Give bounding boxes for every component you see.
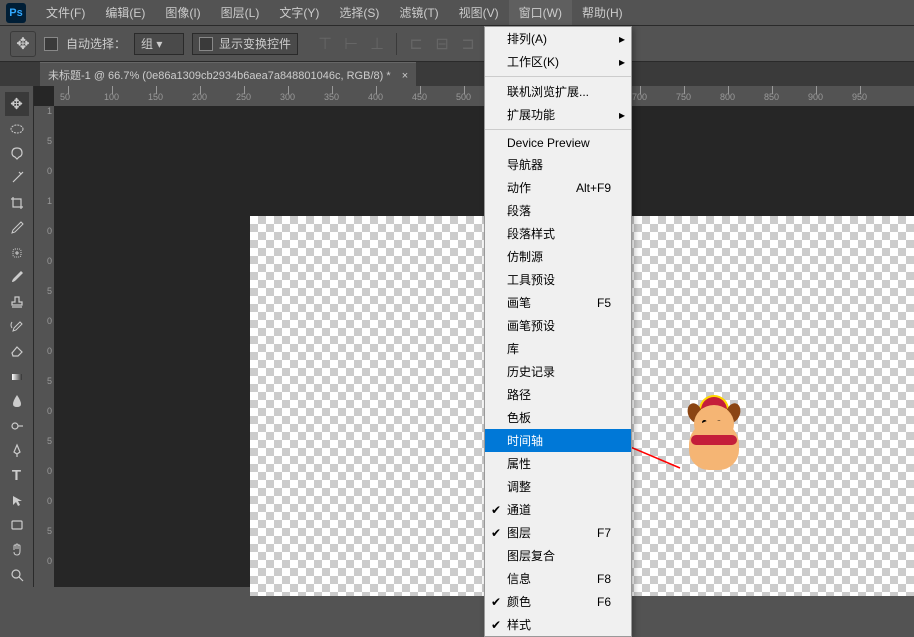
menubar: Ps 文件(F) 编辑(E) 图像(I) 图层(L) 文字(Y) 选择(S) 滤… [0, 0, 914, 26]
align-right-icon[interactable]: ⊐ [457, 33, 479, 55]
lasso-tool[interactable] [5, 142, 29, 166]
window-dropdown-menu: 排列(A)▸工作区(K)▸ 联机浏览扩展...扩展功能▸ Device Previe… [484, 26, 632, 637]
align-top-icon[interactable]: ⊤ [314, 33, 336, 55]
menu-type[interactable]: 文字(Y) [269, 0, 329, 25]
eraser-tool[interactable] [5, 340, 29, 364]
menu-item-样式[interactable]: ✔样式 [485, 613, 631, 636]
document-tab[interactable]: 未标题-1 @ 66.7% (0e86a1309cb2934b6aea7a848… [40, 62, 416, 87]
auto-select-label: 自动选择： [66, 35, 126, 52]
menu-item-历史记录[interactable]: 历史记录 [485, 360, 631, 383]
menu-item-画笔[interactable]: 画笔F5 [485, 291, 631, 314]
menu-filter[interactable]: 滤镜(T) [389, 0, 448, 25]
menu-item-工具预设[interactable]: 工具预设 [485, 268, 631, 291]
menu-item-图层[interactable]: ✔图层F7 [485, 521, 631, 544]
menu-item-动作[interactable]: 动作Alt+F9 [485, 176, 631, 199]
path-selection-tool[interactable] [5, 489, 29, 513]
menu-item-段落样式[interactable]: 段落样式 [485, 222, 631, 245]
align-bottom-icon[interactable]: ⊥ [366, 33, 388, 55]
zoom-tool[interactable] [5, 563, 29, 587]
gradient-tool[interactable] [5, 365, 29, 389]
menu-view[interactable]: 视图(V) [449, 0, 509, 25]
crop-tool[interactable] [5, 191, 29, 215]
align-vcenter-icon[interactable]: ⊢ [340, 33, 362, 55]
stamp-tool[interactable] [5, 290, 29, 314]
menu-window[interactable]: 窗口(W) [509, 0, 572, 25]
menu-item-路径[interactable]: 路径 [485, 383, 631, 406]
dog-graphic [684, 400, 744, 480]
divider [396, 33, 397, 55]
vertical-ruler: 1501005005050050 [34, 106, 54, 587]
menu-item-仿制源[interactable]: 仿制源 [485, 245, 631, 268]
pen-tool[interactable] [5, 439, 29, 463]
marquee-tool[interactable] [5, 117, 29, 141]
history-brush-tool[interactable] [5, 315, 29, 339]
tab-title: 未标题-1 @ 66.7% (0e86a1309cb2934b6aea7a848… [48, 70, 391, 82]
menu-item-排列(A)[interactable]: 排列(A)▸ [485, 27, 631, 50]
menu-edit[interactable]: 编辑(E) [95, 0, 155, 25]
transform-checkbox[interactable] [199, 37, 213, 51]
healing-tool[interactable] [5, 241, 29, 265]
menu-item-工作区(K)[interactable]: 工作区(K)▸ [485, 50, 631, 73]
menu-layer[interactable]: 图层(L) [211, 0, 270, 25]
shape-tool[interactable] [5, 514, 29, 538]
menu-item-通道[interactable]: ✔通道 [485, 498, 631, 521]
blur-tool[interactable] [5, 390, 29, 414]
menu-file[interactable]: 文件(F) [36, 0, 95, 25]
type-tool[interactable]: T [5, 464, 29, 488]
eyedropper-tool[interactable] [5, 216, 29, 240]
menu-image[interactable]: 图像(I) [155, 0, 210, 25]
close-tab-icon[interactable]: × [402, 70, 408, 82]
menu-help[interactable]: 帮助(H) [572, 0, 633, 25]
menu-item-导航器[interactable]: 导航器 [485, 153, 631, 176]
menu-item-调整[interactable]: 调整 [485, 475, 631, 498]
align-hcenter-icon[interactable]: ⊟ [431, 33, 453, 55]
transform-controls-option[interactable]: 显示变换控件 [192, 33, 298, 55]
menu-item-段落[interactable]: 段落 [485, 199, 631, 222]
menu-item-图层复合[interactable]: 图层复合 [485, 544, 631, 567]
workspace: ✥ T 501001502002503003504004505005506006… [0, 86, 914, 587]
move-tool-icon[interactable]: ✥ [10, 31, 36, 57]
menu-item-颜色[interactable]: ✔颜色F6 [485, 590, 631, 613]
menu-item-时间轴[interactable]: 时间轴 [485, 429, 631, 452]
toolbox: ✥ T [0, 86, 34, 587]
menu-item-扩展功能[interactable]: 扩展功能▸ [485, 103, 631, 126]
menu-item-画笔预设[interactable]: 画笔预设 [485, 314, 631, 337]
photoshop-logo: Ps [6, 3, 26, 23]
align-left-icon[interactable]: ⊏ [405, 33, 427, 55]
move-tool[interactable]: ✥ [5, 92, 29, 116]
menu-item-色板[interactable]: 色板 [485, 406, 631, 429]
dodge-tool[interactable] [5, 414, 29, 438]
hand-tool[interactable] [5, 538, 29, 562]
menu-item-联机浏览扩展...[interactable]: 联机浏览扩展... [485, 80, 631, 103]
menu-item-库[interactable]: 库 [485, 337, 631, 360]
brush-tool[interactable] [5, 266, 29, 290]
canvas-area: 5010015020025030035040045050055060065070… [34, 86, 914, 587]
auto-select-dropdown[interactable]: 组 ▾ [134, 33, 184, 55]
document-tabs: 未标题-1 @ 66.7% (0e86a1309cb2934b6aea7a848… [0, 62, 914, 86]
magic-wand-tool[interactable] [5, 166, 29, 190]
auto-select-checkbox[interactable] [44, 37, 58, 51]
menu-item-Device Preview[interactable]: Device Preview [485, 133, 631, 153]
menu-item-属性[interactable]: 属性 [485, 452, 631, 475]
options-bar: ✥ 自动选择： 组 ▾ 显示变换控件 ⊤ ⊢ ⊥ ⊏ ⊟ ⊐ ⫴ ⫵ ▯▯ [0, 26, 914, 62]
menu-select[interactable]: 选择(S) [329, 0, 389, 25]
